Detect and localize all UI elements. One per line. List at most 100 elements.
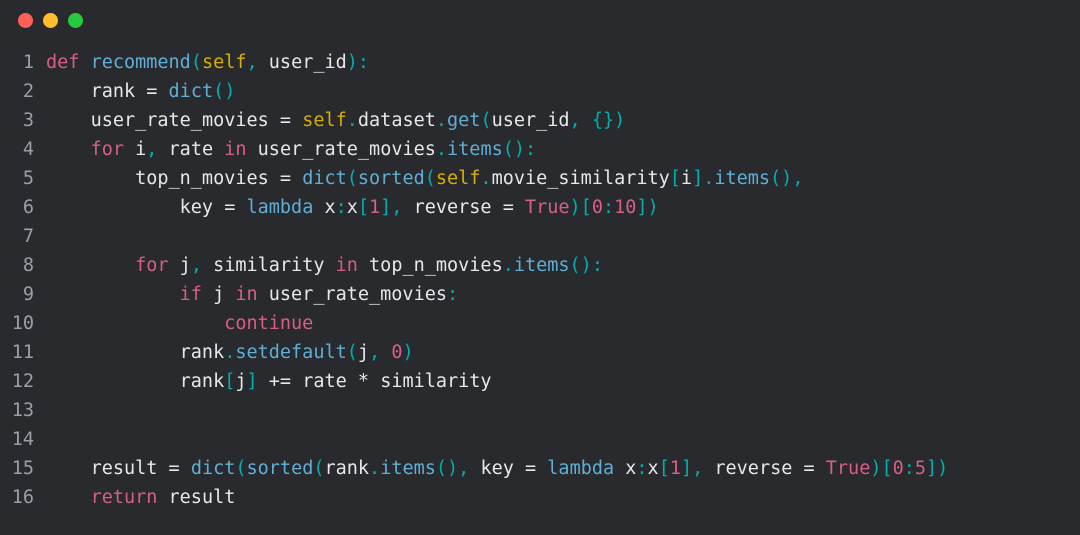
line-number: 4 bbox=[0, 135, 46, 164]
code-content[interactable]: continue bbox=[46, 309, 1080, 338]
code-window: 1def recommend(self, user_id):2 rank = d… bbox=[0, 0, 1080, 535]
token-punct: (), bbox=[770, 168, 803, 189]
token-punct: ): bbox=[347, 52, 369, 73]
line-number: 14 bbox=[0, 425, 46, 454]
line-number: 11 bbox=[0, 338, 46, 367]
code-content[interactable] bbox=[46, 222, 1080, 251]
token-fn: items bbox=[714, 168, 770, 189]
close-icon[interactable] bbox=[18, 13, 33, 28]
code-line[interactable]: 12 rank[j] += rate * similarity bbox=[0, 367, 1080, 396]
code-line[interactable]: 6 key = lambda x:x[1], reverse = True)[0… bbox=[0, 193, 1080, 222]
code-line[interactable]: 15 result = dict(sorted(rank.items(), ke… bbox=[0, 454, 1080, 483]
zoom-icon[interactable] bbox=[68, 13, 83, 28]
code-line[interactable]: 1def recommend(self, user_id): bbox=[0, 48, 1080, 77]
token-ident: j bbox=[213, 284, 235, 305]
minimize-icon[interactable] bbox=[43, 13, 58, 28]
token-self: self bbox=[302, 110, 347, 131]
token-ident: rank bbox=[180, 342, 225, 363]
code-content[interactable]: if j in user_rate_movies: bbox=[46, 280, 1080, 309]
token-ident: similarity bbox=[213, 255, 336, 276]
code-content[interactable]: top_n_movies = dict(sorted(self.movie_si… bbox=[46, 164, 1080, 193]
token-punct: )[ bbox=[570, 197, 592, 218]
token-ident: j bbox=[235, 371, 246, 392]
token-punct: ) bbox=[402, 342, 413, 363]
token-punct: [ bbox=[224, 371, 235, 392]
code-content[interactable] bbox=[46, 425, 1080, 454]
token-punct: , {}) bbox=[570, 110, 626, 131]
line-number: 13 bbox=[0, 396, 46, 425]
code-line[interactable]: 8 for j, similarity in top_n_movies.item… bbox=[0, 251, 1080, 280]
token-punct: ]) bbox=[636, 197, 658, 218]
token-punct: , bbox=[146, 139, 168, 160]
line-number: 15 bbox=[0, 454, 46, 483]
token-op: = bbox=[804, 458, 826, 479]
token-punct: . bbox=[480, 168, 491, 189]
token-punct: ], bbox=[380, 197, 413, 218]
token-punct: (): bbox=[570, 255, 603, 276]
code-line[interactable]: 5 top_n_movies = dict(sorted(self.movie_… bbox=[0, 164, 1080, 193]
code-content[interactable]: for j, similarity in top_n_movies.items(… bbox=[46, 251, 1080, 280]
code-content[interactable]: result = dict(sorted(rank.items(), key =… bbox=[46, 454, 1080, 483]
token-ident: i bbox=[135, 139, 146, 160]
token-self: self bbox=[202, 52, 247, 73]
code-line[interactable]: 4 for i, rate in user_rate_movies.items(… bbox=[0, 135, 1080, 164]
token-ident: x bbox=[625, 458, 636, 479]
token-op: * bbox=[358, 371, 380, 392]
token-kw: in bbox=[224, 139, 257, 160]
token-kw: return bbox=[91, 487, 169, 508]
line-number: 16 bbox=[0, 483, 46, 512]
token-punct: ], bbox=[681, 458, 714, 479]
code-line[interactable]: 7 bbox=[0, 222, 1080, 251]
code-line[interactable]: 9 if j in user_rate_movies: bbox=[0, 280, 1080, 309]
code-content[interactable] bbox=[46, 396, 1080, 425]
token-punct: ( bbox=[480, 110, 491, 131]
token-ident: similarity bbox=[380, 371, 491, 392]
token-ident: user_rate_movies bbox=[269, 284, 447, 305]
code-line[interactable]: 13 bbox=[0, 396, 1080, 425]
code-content[interactable]: for i, rate in user_rate_movies.items(): bbox=[46, 135, 1080, 164]
line-number: 2 bbox=[0, 77, 46, 106]
token-op: = bbox=[224, 197, 246, 218]
token-ident: user_rate_movies bbox=[258, 139, 436, 160]
token-punct: (): bbox=[503, 139, 536, 160]
token-ident: key bbox=[480, 458, 525, 479]
token-ident: x bbox=[324, 197, 335, 218]
token-punct: [ bbox=[659, 458, 670, 479]
code-content[interactable]: user_rate_movies = self.dataset.get(user… bbox=[46, 106, 1080, 135]
token-punct: ( bbox=[313, 458, 324, 479]
token-punct: . bbox=[436, 110, 447, 131]
token-lamb: lambda bbox=[247, 197, 325, 218]
code-editor[interactable]: 1def recommend(self, user_id):2 rank = d… bbox=[0, 40, 1080, 512]
token-ident: top_n_movies bbox=[369, 255, 503, 276]
token-builtin: sorted bbox=[247, 458, 314, 479]
token-ident: j bbox=[358, 342, 369, 363]
code-line[interactable]: 10 continue bbox=[0, 309, 1080, 338]
token-punct: , bbox=[369, 342, 391, 363]
code-content[interactable]: rank.setdefault(j, 0) bbox=[46, 338, 1080, 367]
code-line[interactable]: 3 user_rate_movies = self.dataset.get(us… bbox=[0, 106, 1080, 135]
token-ident: result bbox=[91, 458, 169, 479]
token-punct: ]) bbox=[926, 458, 948, 479]
token-punct: : bbox=[447, 284, 458, 305]
line-number: 6 bbox=[0, 193, 46, 222]
token-num: 5 bbox=[915, 458, 926, 479]
token-kw: in bbox=[235, 284, 268, 305]
code-content[interactable]: key = lambda x:x[1], reverse = True)[0:1… bbox=[46, 193, 1080, 222]
code-line[interactable]: 2 rank = dict() bbox=[0, 77, 1080, 106]
code-content[interactable]: rank = dict() bbox=[46, 77, 1080, 106]
token-builtin: dict bbox=[169, 81, 214, 102]
code-content[interactable]: rank[j] += rate * similarity bbox=[46, 367, 1080, 396]
code-content[interactable]: return result bbox=[46, 483, 1080, 512]
token-op: = bbox=[525, 458, 547, 479]
code-line[interactable]: 14 bbox=[0, 425, 1080, 454]
token-fn: get bbox=[447, 110, 480, 131]
token-ident: rank bbox=[91, 81, 147, 102]
code-line[interactable]: 16 return result bbox=[0, 483, 1080, 512]
code-line[interactable]: 11 rank.setdefault(j, 0) bbox=[0, 338, 1080, 367]
token-fn: items bbox=[380, 458, 436, 479]
token-punct: (), bbox=[436, 458, 481, 479]
code-content[interactable]: def recommend(self, user_id): bbox=[46, 48, 1080, 77]
token-punct: . bbox=[503, 255, 514, 276]
token-num: 0 bbox=[893, 458, 904, 479]
line-number: 8 bbox=[0, 251, 46, 280]
